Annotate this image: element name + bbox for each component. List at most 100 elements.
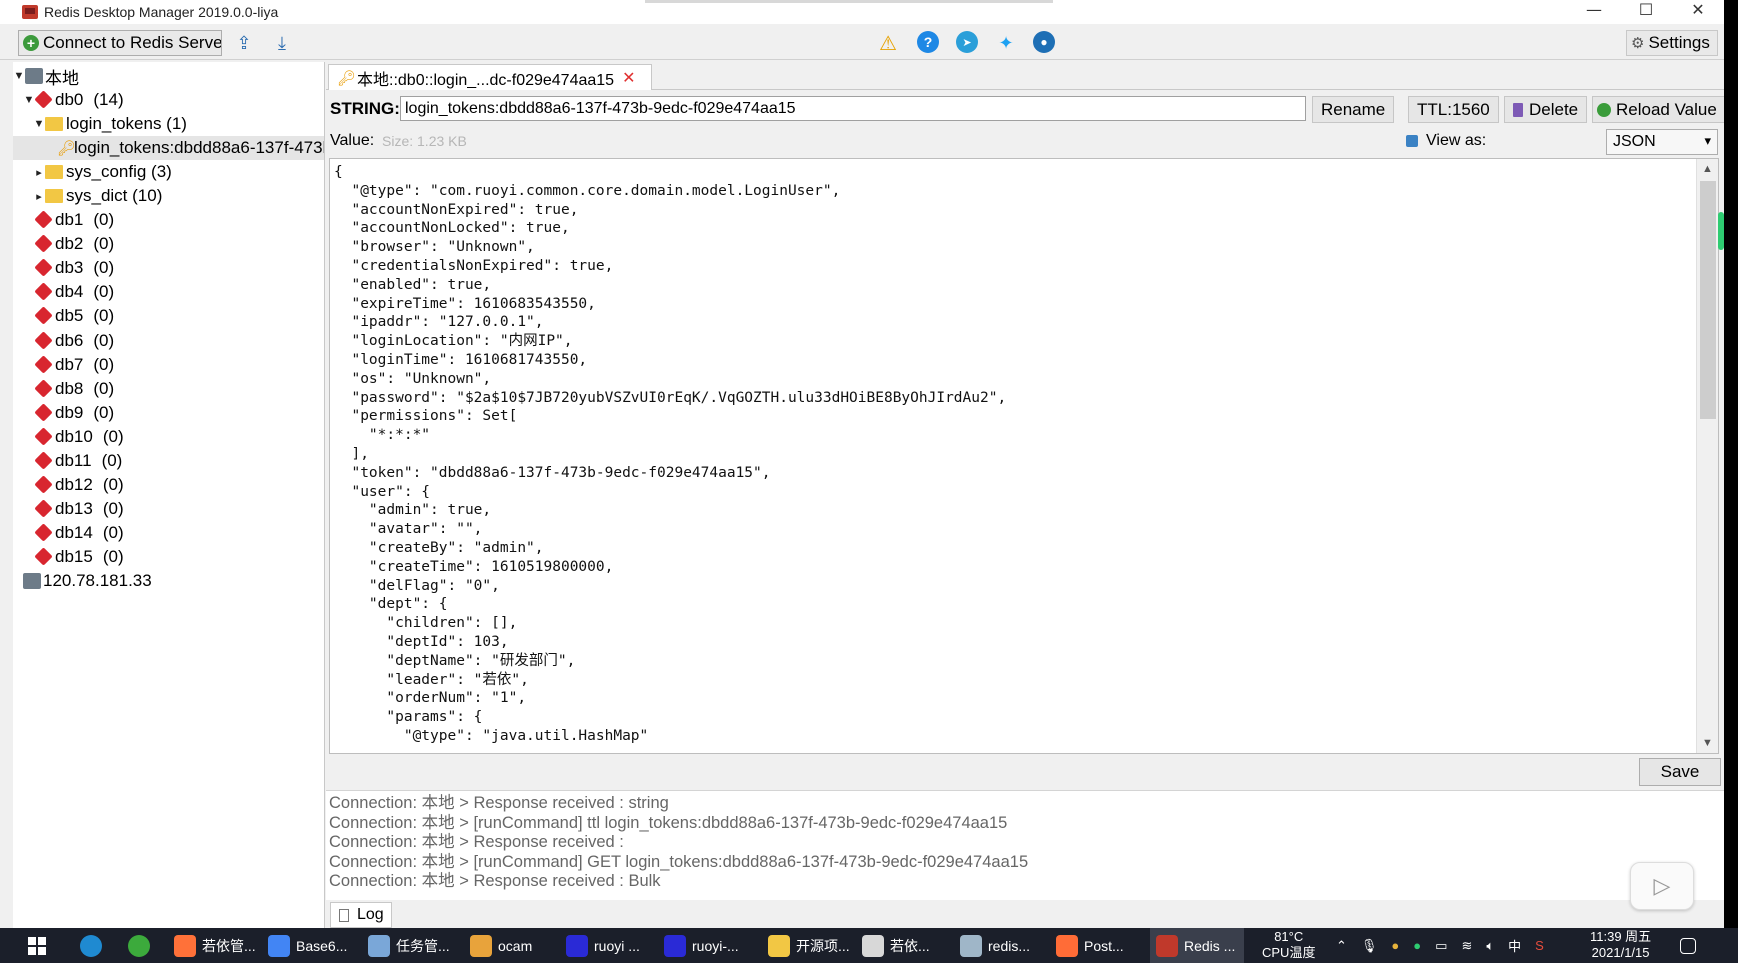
sogou-ime-icon[interactable]: S <box>1535 938 1544 953</box>
expand-arrow-icon[interactable]: ▼ <box>23 94 35 106</box>
tree-key-login-token[interactable]: 🔑︎ login_tokens:dbdd88a6-137f-473b-9edc-… <box>13 136 324 160</box>
tree-db-item[interactable]: db13 (0) <box>35 497 124 521</box>
tree-db-item[interactable]: db6 (0) <box>35 329 114 353</box>
microphone-icon[interactable]: 🎙︎ <box>1361 938 1378 954</box>
tree-db-item[interactable]: db3 (0) <box>35 256 114 280</box>
edge-browser-icon[interactable] <box>80 928 108 963</box>
value-label: Value: <box>330 132 375 149</box>
battery-icon[interactable]: ▭ <box>1435 938 1447 954</box>
taskbar-app[interactable]: Redis ... <box>1150 928 1244 963</box>
clock[interactable]: 11:39 周五 2021/1/15 <box>1590 929 1651 961</box>
taskbar-app[interactable]: ruoyi-... <box>658 928 752 963</box>
taskbar-app[interactable]: ocam <box>464 928 558 963</box>
minimize-button[interactable]: — <box>1568 0 1620 24</box>
tree-server-remote[interactable]: 120.78.181.33 <box>23 569 152 593</box>
ttl-button[interactable]: TTL:1560 <box>1408 96 1499 123</box>
github-icon[interactable]: ● <box>1033 31 1055 53</box>
view-as-label: View as: <box>1426 132 1487 149</box>
reload-label: Reload Value <box>1616 99 1717 119</box>
db-count: (0) <box>93 354 115 374</box>
database-icon <box>35 405 53 421</box>
tree-db-item[interactable]: db5 (0) <box>35 304 114 328</box>
db-label: db1 <box>55 210 84 229</box>
rename-button[interactable]: Rename <box>1312 96 1395 123</box>
tree-folder-sys-config[interactable]: ▸ sys_config (3) <box>33 160 172 184</box>
twitter-icon[interactable]: ✦ <box>994 31 1018 55</box>
value-line: "user": { <box>334 483 431 500</box>
tray-app-icon[interactable]: ● <box>1413 938 1421 953</box>
tree-db-item[interactable]: db4 (0) <box>35 280 114 304</box>
scroll-up-icon[interactable]: ▲ <box>1702 163 1713 175</box>
settings-button[interactable]: ⚙ Settings <box>1626 30 1718 56</box>
tree-folder-login-tokens[interactable]: ▼ login_tokens (1) <box>33 112 187 136</box>
taskbar-app[interactable]: 若依... <box>856 928 950 963</box>
collapse-arrow-icon[interactable]: ▸ <box>33 190 45 203</box>
ime-indicator[interactable]: 中 <box>1508 936 1521 955</box>
telegram-icon[interactable]: ➤ <box>956 31 978 53</box>
tree-db-item[interactable]: db14 (0) <box>35 521 124 545</box>
connect-to-redis-server-button[interactable]: + Connect to Redis Server <box>18 30 222 56</box>
value-text[interactable]: { "@type": "com.ruoyi.common.core.domain… <box>334 163 1006 746</box>
cpu-temp-value: 81°C <box>1274 929 1304 944</box>
export-icon[interactable]: ⤓ <box>270 31 294 55</box>
browser-360-icon[interactable] <box>128 928 156 963</box>
tab-key-login-token[interactable]: 🔑︎ 本地::db0::login_...dc-f029e474aa15 ✕ <box>328 64 652 90</box>
key-name-input[interactable] <box>400 96 1306 121</box>
tree-db-item[interactable]: db15 (0) <box>35 545 124 569</box>
chevron-up-icon[interactable]: ⌃ <box>1336 938 1347 954</box>
taskbar-app[interactable]: Base6... <box>262 928 356 963</box>
folder-icon <box>45 165 63 179</box>
warning-icon[interactable]: ⚠ <box>876 31 900 55</box>
close-window-button[interactable]: ✕ <box>1672 0 1724 24</box>
reload-value-button[interactable]: Reload Value <box>1592 96 1726 123</box>
wifi-icon[interactable]: ≋ <box>1461 938 1472 954</box>
import-icon[interactable]: ⇪ <box>232 31 256 55</box>
value-line: "deptName": "研发部门", <box>334 652 576 669</box>
tree-folder-sys-dict[interactable]: ▸ sys_dict (10) <box>33 184 162 208</box>
tree-db-item[interactable]: db9 (0) <box>35 401 114 425</box>
notification-icon[interactable] <box>1680 928 1702 963</box>
taskbar-app[interactable]: 若依管... <box>168 928 262 963</box>
taskbar-app-label: Redis ... <box>1184 937 1236 954</box>
delete-button[interactable]: Delete <box>1504 96 1588 123</box>
expand-arrow-icon[interactable]: ▼ <box>13 70 25 82</box>
close-tab-icon[interactable]: ✕ <box>622 68 635 88</box>
database-icon <box>35 92 53 108</box>
taskbar-app[interactable]: ruoyi ... <box>560 928 654 963</box>
taskbar-app[interactable]: 任务管... <box>362 928 456 963</box>
tree-db-item[interactable]: db10 (0) <box>35 425 124 449</box>
tree-db-item[interactable]: db8 (0) <box>35 377 114 401</box>
tree-db-item[interactable]: db11 (0) <box>35 449 122 473</box>
view-as-select[interactable]: JSON <box>1606 129 1718 155</box>
db-label: db5 <box>55 306 84 326</box>
db-count: (0) <box>93 402 115 422</box>
value-line: "@type": "com.ruoyi.common.core.domain.m… <box>334 182 841 199</box>
tree-db0[interactable]: ▼ db0 (14) <box>23 88 124 112</box>
gear-icon: ⚙ <box>1631 35 1645 52</box>
taskbar-app[interactable]: redis... <box>954 928 1048 963</box>
expand-arrow-icon[interactable]: ▼ <box>33 118 45 130</box>
windows-start-icon[interactable] <box>28 937 46 955</box>
help-icon[interactable]: ? <box>917 31 939 53</box>
scrollbar-thumb[interactable] <box>1700 181 1716 419</box>
value-editor[interactable]: { "@type": "com.ruoyi.common.core.domain… <box>329 158 1719 754</box>
save-button[interactable]: Save <box>1639 758 1721 786</box>
maximize-button[interactable]: ☐ <box>1620 0 1672 24</box>
taskbar-app-label: ocam <box>498 937 533 954</box>
scroll-down-icon[interactable]: ▼ <box>1702 737 1713 749</box>
editor-scrollbar[interactable]: ▲ ▼ <box>1696 159 1718 753</box>
db-label: db3 <box>55 258 84 278</box>
tree-db-item[interactable]: db2 (0) <box>35 232 114 256</box>
collapse-arrow-icon[interactable]: ▸ <box>33 166 45 179</box>
tree-db-item[interactable]: db7 (0) <box>35 353 114 377</box>
tree-db-item[interactable]: db12 (0) <box>35 473 124 497</box>
taskbar-app[interactable]: 开源项... <box>762 928 856 963</box>
tab-log[interactable]: Log <box>330 902 392 928</box>
taskbar-app[interactable]: Post... <box>1050 928 1144 963</box>
play-icon[interactable]: ▷ <box>1630 862 1694 910</box>
volume-icon[interactable]: 🔈︎ <box>1486 938 1494 954</box>
tray-app-icon[interactable]: ● <box>1391 938 1399 953</box>
tree-db-item[interactable]: db1 (0) <box>35 208 114 232</box>
tree-server-local[interactable]: ▼ 本地 <box>13 64 79 88</box>
taskbar-app-label: ruoyi ... <box>594 937 640 954</box>
